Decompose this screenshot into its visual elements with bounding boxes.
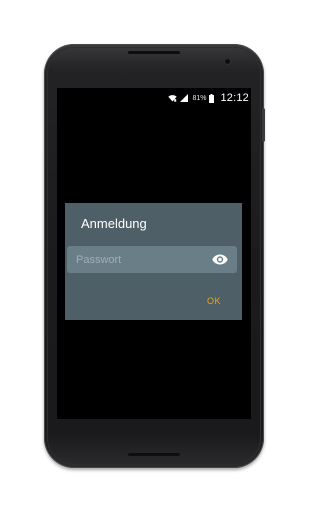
power-button [262, 108, 265, 142]
front-camera [224, 58, 231, 65]
earpiece-speaker [128, 51, 180, 54]
clock: 12:12 [220, 92, 249, 104]
password-input[interactable] [67, 246, 207, 273]
login-dialog: Anmeldung OK [65, 203, 242, 320]
ok-button[interactable]: OK [203, 294, 225, 308]
eye-icon[interactable] [212, 253, 228, 266]
signal-icon [180, 94, 189, 102]
status-bar: 81% 12:12 [57, 88, 251, 108]
battery-percentage: 81% [192, 94, 207, 102]
battery-icon [209, 93, 215, 103]
page: 81% 12:12 Anmeldung OK [0, 0, 307, 512]
bottom-speaker [128, 453, 180, 456]
phone-screen: 81% 12:12 Anmeldung OK [57, 88, 251, 419]
password-field [67, 246, 237, 273]
dialog-title: Anmeldung [81, 216, 147, 231]
wifi-icon [168, 94, 178, 102]
